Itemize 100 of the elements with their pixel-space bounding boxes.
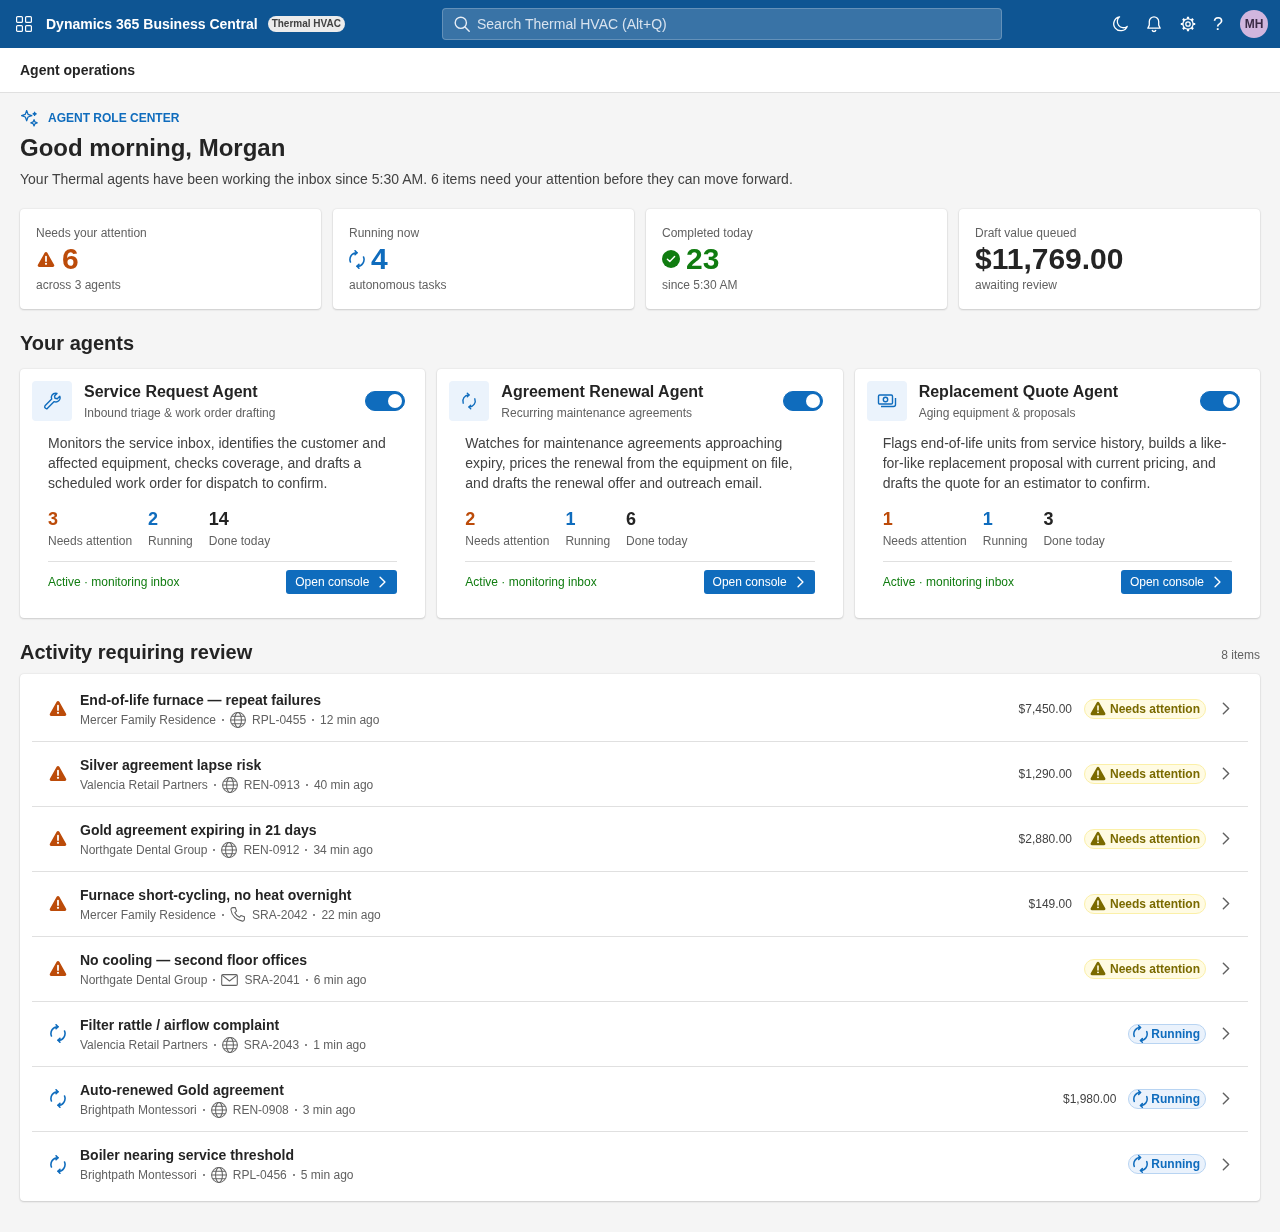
- help-button[interactable]: ?: [1212, 14, 1224, 34]
- stat-value: 1: [565, 508, 576, 531]
- activity-title: Boiler nearing service threshold: [80, 1146, 295, 1165]
- status-label: Needs attention: [1110, 830, 1200, 847]
- chevron-right-icon[interactable]: [1222, 702, 1230, 715]
- check-circle-icon: [662, 250, 680, 268]
- chevron-right-icon[interactable]: [1222, 1092, 1230, 1105]
- chevron-right-icon[interactable]: [1222, 962, 1230, 975]
- time-ago: 1 min ago: [313, 1036, 366, 1053]
- item-count: 8 items: [1221, 647, 1260, 664]
- warning-icon: [1089, 831, 1107, 846]
- sync-icon: [48, 1154, 68, 1174]
- globe-icon: [230, 711, 247, 728]
- open-console-button[interactable]: Open console: [286, 570, 398, 594]
- stat-label: Needs attention: [882, 533, 967, 549]
- reference-number: SRA-2043: [243, 1036, 300, 1053]
- app-launcher-icon[interactable]: [16, 16, 32, 32]
- agent-description: Watches for maintenance agreements approaching expiry, prices the renewal from the equipment on file, and drafts the renewal offer and outreach email.: [465, 434, 794, 493]
- customer-name: Mercer Family Residence: [80, 711, 217, 728]
- customer-name: Valencia Retail Partners: [80, 1036, 208, 1053]
- stat-value: 1: [982, 508, 993, 531]
- kpi-value: $11,769.00: [975, 241, 1124, 277]
- customer-name: Brightpath Montessori: [80, 1101, 197, 1118]
- time-ago: 3 min ago: [302, 1101, 356, 1118]
- warning-icon: [48, 765, 68, 782]
- chevron-right-icon: [379, 576, 387, 588]
- reference-number: RPL-0455: [252, 711, 307, 728]
- reference-number: SRA-2042: [252, 906, 308, 923]
- stat-value: 6: [626, 508, 637, 531]
- sync-icon: [449, 381, 490, 421]
- reference-number: RPL-0456: [232, 1167, 287, 1183]
- chevron-right-icon[interactable]: [1222, 1027, 1230, 1040]
- search-icon: [454, 16, 470, 32]
- toggle-switch[interactable]: [1200, 391, 1240, 411]
- agent-description: Flags end-of-life units from service history, builds a like-for-like replacement proposal with current pricing, and drafts the quote for an estimator to confirm.: [882, 434, 1228, 493]
- stat-label: Needs attention: [465, 533, 550, 549]
- toggle-switch[interactable]: [365, 391, 406, 411]
- agent-name: Agreement Renewal Agent: [501, 382, 705, 402]
- kpi-label: Needs your attention: [36, 225, 148, 241]
- globe-icon: [210, 1167, 227, 1183]
- time-ago: 6 min ago: [313, 971, 367, 988]
- eyebrow-label: AGENT ROLE CENTER: [48, 110, 180, 126]
- agent-status: Active · monitoring inbox: [465, 575, 597, 589]
- warning-icon: [1089, 896, 1107, 911]
- stat-value: 14: [208, 508, 229, 531]
- kpi-caption: awaiting review: [975, 277, 1059, 293]
- greeting-heading: Good morning, Morgan: [20, 133, 287, 163]
- kpi-value: 23: [686, 241, 720, 277]
- globe-icon: [210, 1101, 227, 1118]
- sync-icon: [1133, 1155, 1149, 1173]
- sync-icon: [48, 1089, 68, 1108]
- sparkle-icon: [21, 109, 38, 127]
- customer-name: Valencia Retail Partners: [80, 776, 208, 793]
- notifications-icon[interactable]: [1145, 15, 1163, 33]
- stat-label: Running: [148, 533, 193, 549]
- moon-icon[interactable]: [1111, 15, 1129, 33]
- agent-subtitle: Aging equipment & proposals: [918, 405, 1077, 421]
- amount: $149.00: [1028, 896, 1072, 911]
- agent-status: Active · monitoring inbox: [48, 575, 180, 589]
- chevron-right-icon[interactable]: [1222, 1157, 1230, 1171]
- chevron-right-icon[interactable]: [1222, 832, 1230, 845]
- stat-label: Done today: [626, 533, 688, 549]
- chevron-right-icon[interactable]: [1222, 897, 1230, 910]
- open-console-button[interactable]: Open console: [1120, 570, 1232, 594]
- warning-icon: [48, 960, 68, 977]
- kpi-caption: since 5:30 AM: [662, 277, 739, 293]
- activity-title: Furnace short-cycling, no heat overnight: [80, 885, 353, 905]
- chevron-right-icon[interactable]: [1222, 767, 1230, 780]
- status-label: Running: [1151, 1025, 1200, 1042]
- agent-subtitle: Inbound triage & work order drafting: [84, 405, 277, 421]
- banknote-icon: [866, 381, 907, 421]
- activity-title: Silver agreement lapse risk: [80, 755, 263, 775]
- kpi-value: 4: [371, 241, 388, 277]
- settings-icon[interactable]: [1179, 15, 1197, 33]
- open-console-button[interactable]: Open console: [703, 570, 815, 594]
- kpi-caption: autonomous tasks: [349, 277, 448, 293]
- sync-icon: [1133, 1024, 1149, 1043]
- stat-value: 2: [148, 508, 159, 531]
- warning-icon: [1089, 961, 1107, 976]
- stat-label: Running: [982, 533, 1028, 549]
- amount: $2,880.00: [1018, 831, 1072, 846]
- status-label: Needs attention: [1110, 765, 1200, 782]
- time-ago: 22 min ago: [321, 906, 381, 923]
- warning-icon: [48, 895, 68, 912]
- status-label: Running: [1151, 1156, 1200, 1172]
- status-label: Needs attention: [1110, 960, 1200, 977]
- amount: $1,980.00: [1062, 1091, 1117, 1106]
- stat-label: Done today: [208, 533, 271, 549]
- activity-title: Auto-renewed Gold agreement: [80, 1080, 285, 1100]
- kpi-caption: across 3 agents: [36, 277, 122, 293]
- user-avatar[interactable]: MH: [1240, 10, 1268, 38]
- status-label: Needs attention: [1110, 895, 1200, 912]
- toggle-switch[interactable]: [782, 391, 823, 411]
- sync-icon: [1133, 1089, 1149, 1108]
- agent-status: Active · monitoring inbox: [882, 575, 1015, 589]
- environment-tag: Thermal HVAC: [267, 16, 345, 32]
- page-title: Agent operations: [20, 62, 136, 78]
- warning-icon: [1089, 766, 1107, 781]
- time-ago: 5 min ago: [300, 1167, 354, 1183]
- kpi-value: 6: [62, 241, 79, 277]
